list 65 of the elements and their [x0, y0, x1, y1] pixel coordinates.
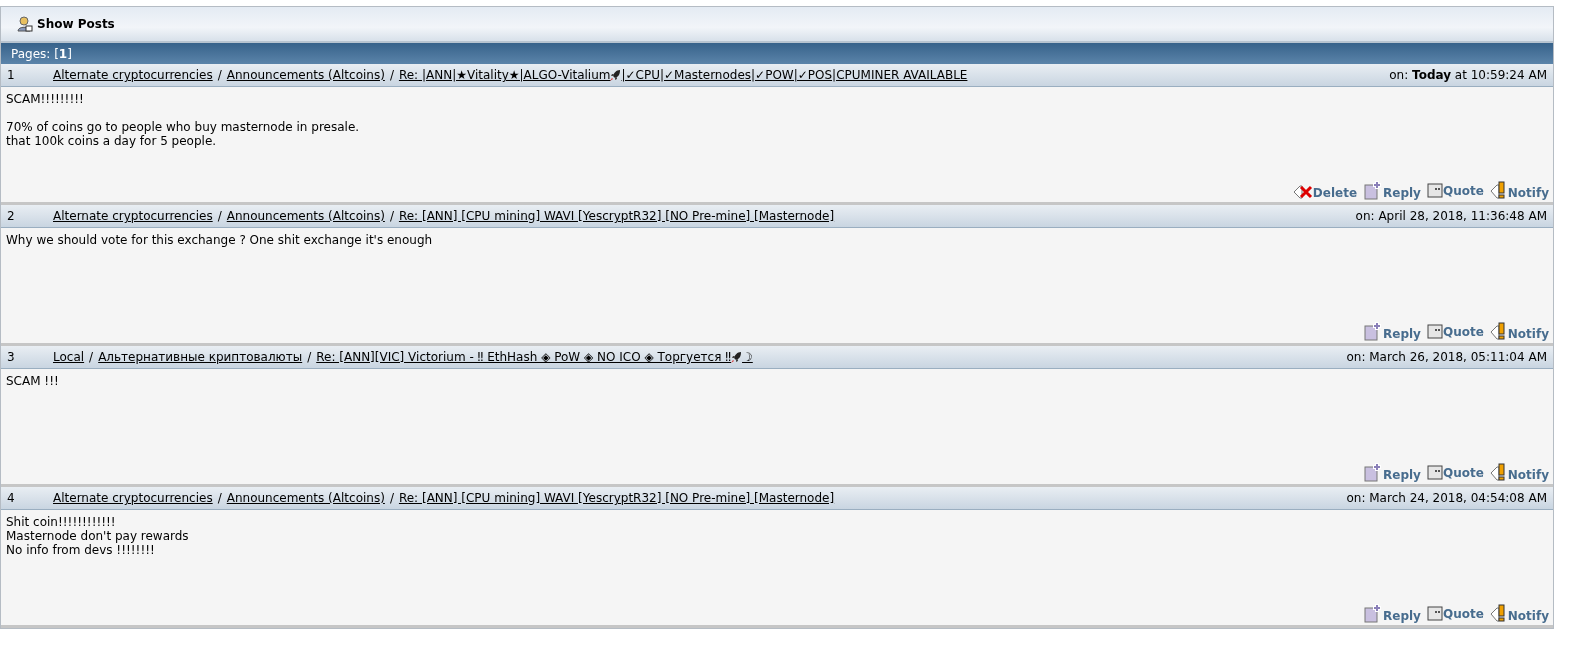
quote-icon	[1426, 605, 1443, 621]
board-link[interactable]: Alternate cryptocurrencies	[53, 491, 213, 505]
board-link[interactable]: Alternate cryptocurrencies	[53, 68, 213, 82]
board-link[interactable]: Local	[53, 350, 85, 364]
subboard-link[interactable]: Announcements (Altcoins)	[226, 209, 385, 223]
topic-link[interactable]: Re: |ANN|★Vitality★|ALGO-Vitalium |✓CPU|✓Masternodes|✓POW|✓POS|CPUMINER AVAILABLE	[398, 68, 968, 82]
post-date: on: March 26, 2018, 05:11:04 AM	[1346, 350, 1547, 364]
post-text: SCAM !!!	[6, 374, 60, 388]
user-icon	[17, 16, 33, 32]
reply-button[interactable]: Reply	[1363, 603, 1421, 623]
page-plus-icon	[1363, 603, 1384, 623]
page-plus-icon	[1363, 462, 1384, 482]
notify-icon	[1489, 462, 1508, 482]
post-number: 1	[7, 68, 16, 82]
post-date: on: March 24, 2018, 04:54:08 AM	[1346, 491, 1547, 505]
separator: /	[389, 491, 394, 505]
separator: /	[307, 350, 312, 364]
quote-icon	[1426, 182, 1443, 198]
post-number: 4	[7, 491, 16, 505]
quote-button[interactable]: Quote	[1426, 323, 1484, 339]
notify-button[interactable]: Notify	[1489, 321, 1549, 341]
separator: /	[217, 209, 222, 223]
topic-link[interactable]: Re: [ANN] [CPU mining] WAVI [YescryptR32] [NO Pre-mine] [Masternode]	[398, 209, 835, 223]
reply-button[interactable]: Reply	[1363, 462, 1421, 482]
reply-button[interactable]: Reply	[1363, 321, 1421, 341]
rocket-icon	[731, 351, 743, 363]
post-text: 70% of coins go to people who buy masternode in presale. that 100k coins a day for 5 people.	[6, 120, 361, 148]
delete-button[interactable]: Delete	[1292, 180, 1358, 200]
notify-icon	[1489, 603, 1508, 623]
post-text: SCAM!!!!!!!!!	[6, 92, 85, 106]
post-text: Why we should vote for this exchange ? One shit exchange it's enough	[6, 233, 434, 247]
notify-button[interactable]: Notify	[1489, 603, 1549, 623]
notify-icon	[1489, 321, 1508, 341]
subboard-link[interactable]: Announcements (Altcoins)	[226, 491, 385, 505]
separator: /	[217, 491, 222, 505]
separator: /	[389, 68, 394, 82]
page-number: 1	[58, 46, 68, 61]
subboard-link[interactable]: Announcements (Altcoins)	[226, 68, 385, 82]
topic-link[interactable]: Re: [ANN][VIC] Victorium - ‼ EthHash ◈ PoW ◈ NO ICO ◈ Торгуется ‼ ☽	[316, 350, 753, 364]
post-number: 2	[7, 209, 16, 223]
subboard-link[interactable]: Альтернативные криптовалюты	[98, 350, 303, 364]
quote-icon	[1426, 323, 1443, 339]
quote-icon	[1426, 464, 1443, 480]
pages-label: Pages: [	[11, 46, 59, 61]
page-title: Show Posts	[37, 17, 115, 31]
post-date: on: Today at 10:59:24 AM	[1389, 68, 1547, 82]
pages-label-end: ]	[67, 46, 72, 61]
separator: /	[89, 350, 94, 364]
quote-button[interactable]: Quote	[1426, 182, 1484, 198]
topic-link[interactable]: Re: [ANN] [CPU mining] WAVI [YescryptR32] [NO Pre-mine] [Masternode]	[398, 491, 835, 505]
reply-button[interactable]: Reply	[1363, 180, 1421, 200]
page-plus-icon	[1363, 180, 1384, 200]
board-link[interactable]: Alternate cryptocurrencies	[53, 209, 213, 223]
notify-icon	[1489, 180, 1508, 200]
post-text: Shit coin!!!!!!!!!!!! Masternode don't pay rewards No info from devs !!!!!!!!	[6, 515, 190, 557]
notify-button[interactable]: Notify	[1489, 180, 1549, 200]
separator: /	[389, 209, 394, 223]
page-plus-icon	[1363, 321, 1384, 341]
separator: /	[217, 68, 222, 82]
quote-button[interactable]: Quote	[1426, 605, 1484, 621]
quote-button[interactable]: Quote	[1426, 464, 1484, 480]
post-date: on: April 28, 2018, 11:36:48 AM	[1355, 209, 1547, 223]
rocket-icon	[610, 69, 622, 81]
post-number: 3	[7, 350, 16, 364]
notify-button[interactable]: Notify	[1489, 462, 1549, 482]
